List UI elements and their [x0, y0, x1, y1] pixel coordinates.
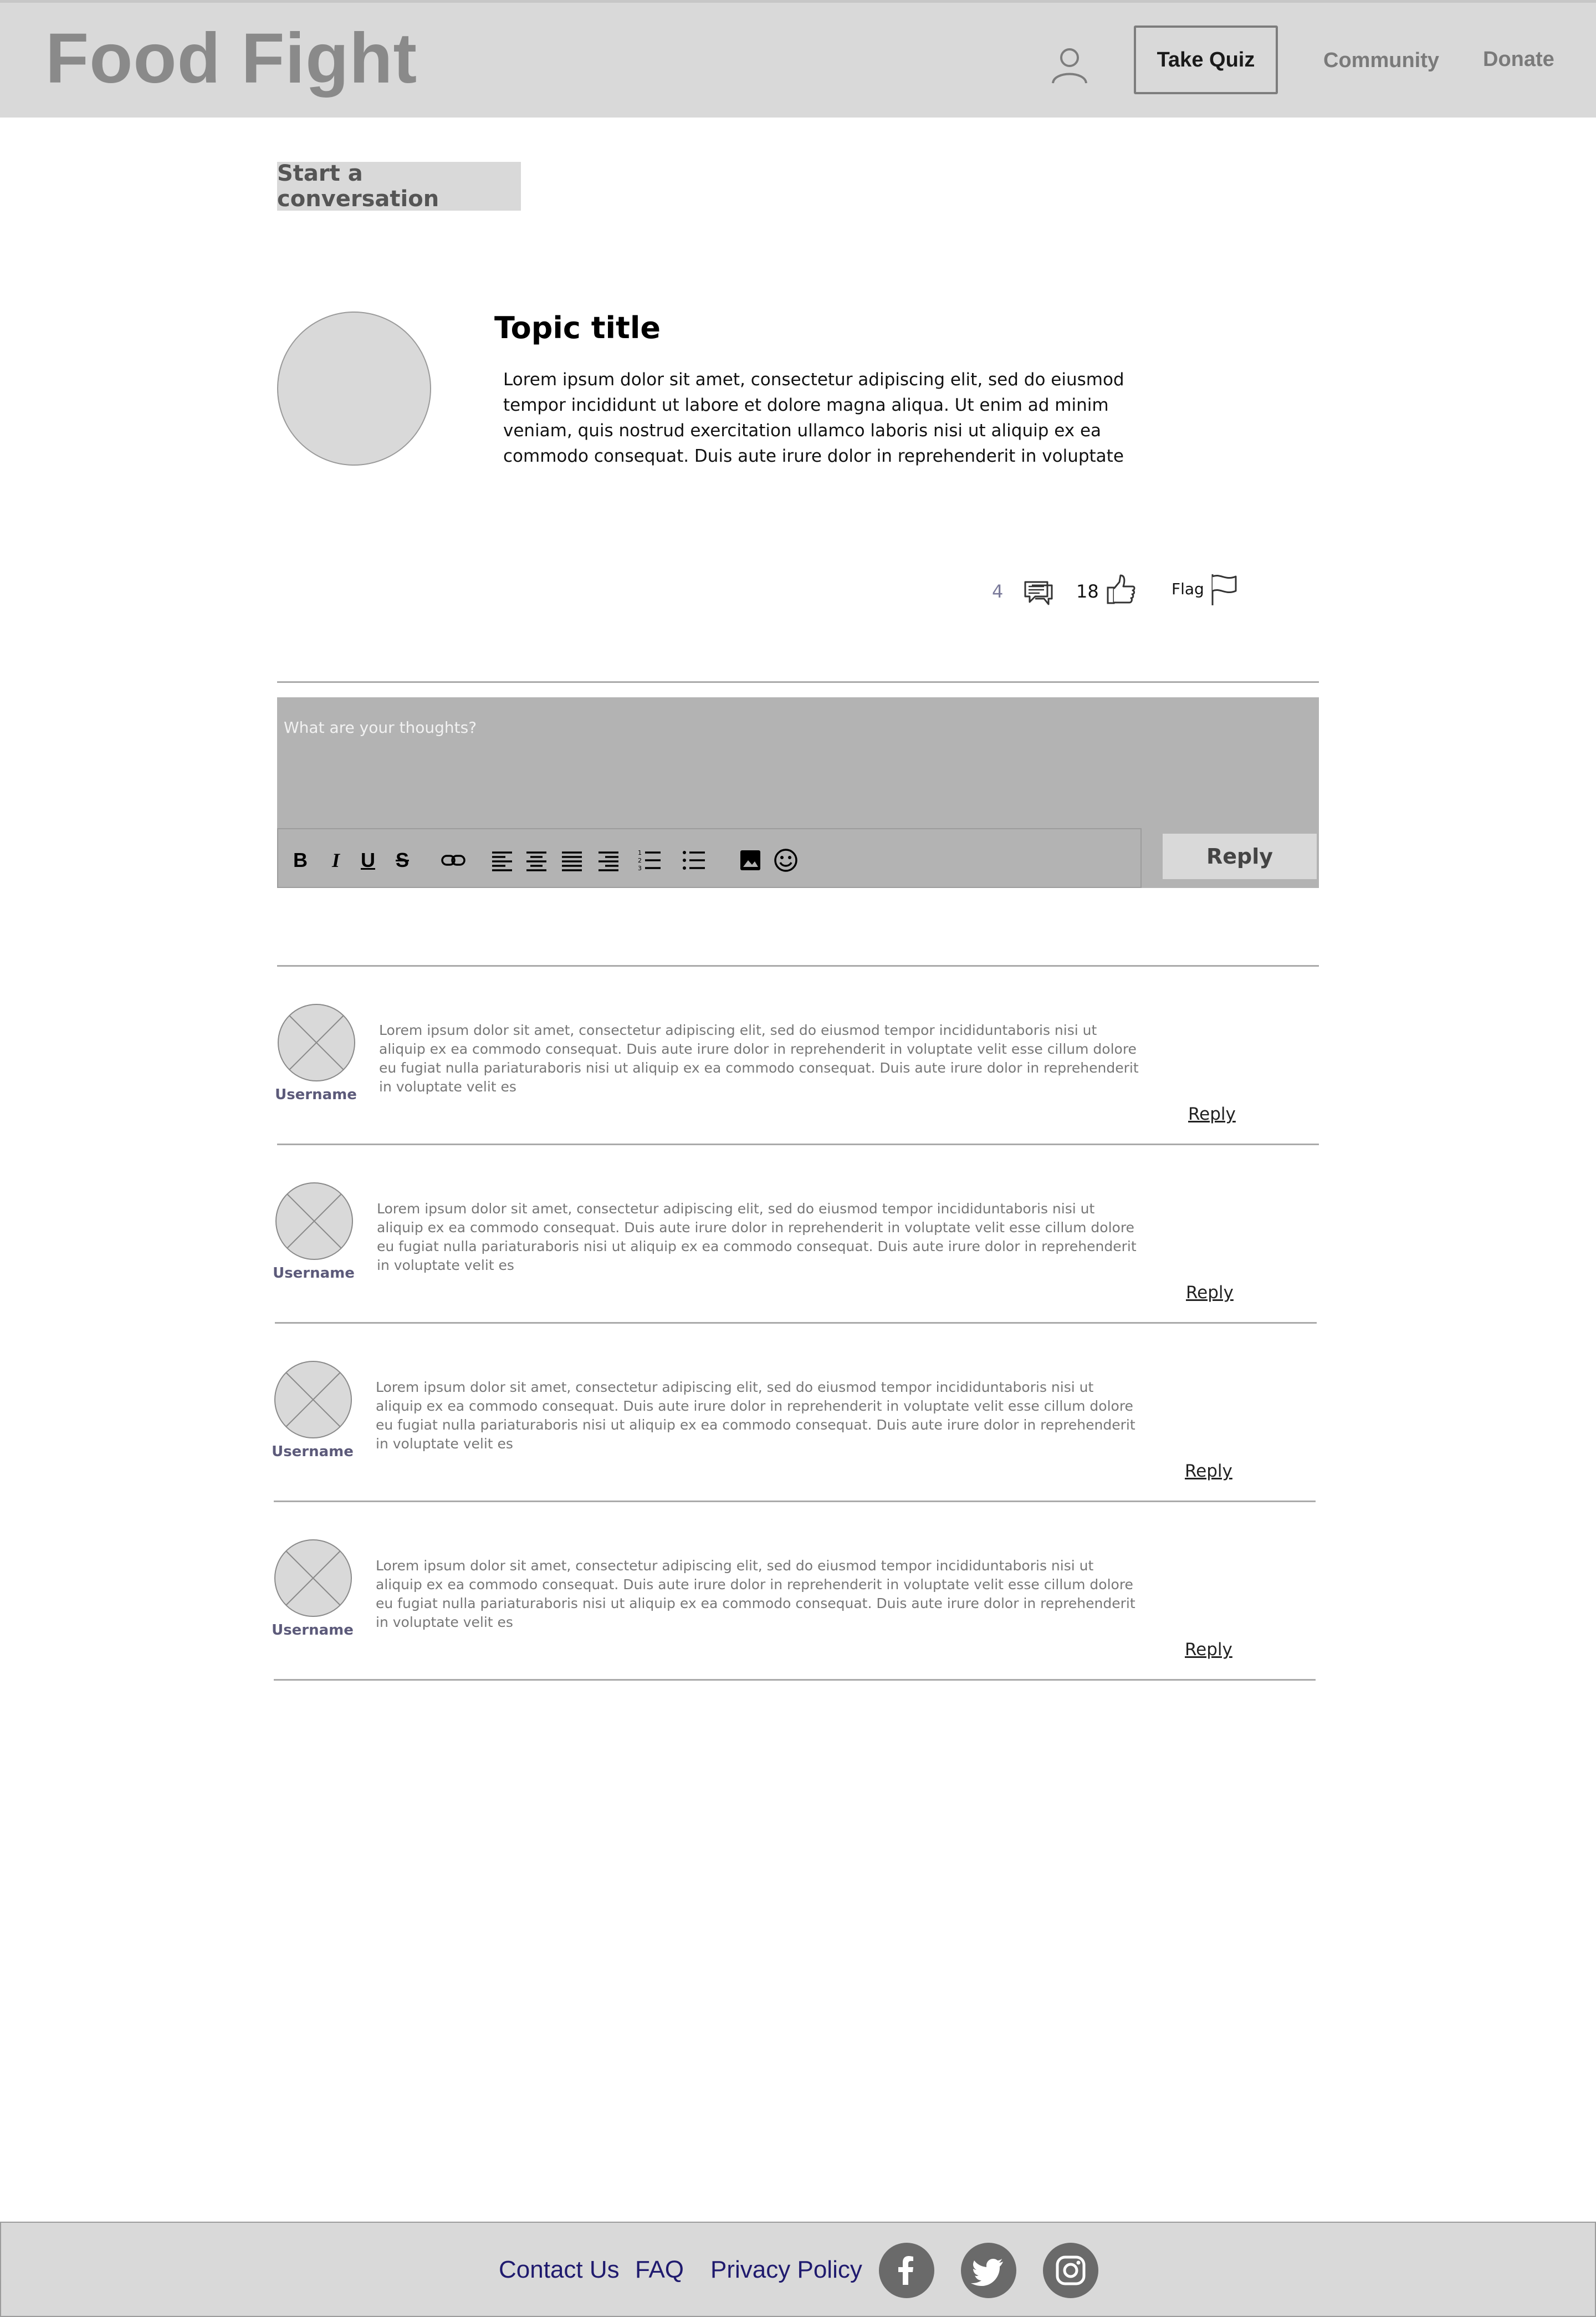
- bold-icon[interactable]: B: [288, 848, 313, 872]
- svg-text:2: 2: [638, 857, 642, 864]
- comment-username[interactable]: Username: [269, 1265, 358, 1282]
- comment-username[interactable]: Username: [268, 1443, 357, 1460]
- thumbs-up-icon[interactable]: [1106, 573, 1136, 605]
- nav-community[interactable]: Community: [1323, 49, 1439, 73]
- comment-text: Lorem ipsum dolor sit amet, consectetur …: [379, 1022, 1139, 1095]
- footer-contact-link[interactable]: Contact Us: [499, 2256, 620, 2284]
- divider: [274, 1679, 1316, 1681]
- align-center-icon[interactable]: [524, 848, 549, 872]
- divider: [277, 965, 1319, 967]
- comment-text: Lorem ipsum dolor sit amet, consectetur …: [377, 1201, 1137, 1273]
- bulleted-list-icon[interactable]: [682, 848, 706, 872]
- footer-faq-link[interactable]: FAQ: [635, 2256, 684, 2284]
- comment-avatar: [274, 1360, 352, 1439]
- numbered-list-icon[interactable]: 123: [637, 848, 662, 872]
- align-justify-icon[interactable]: [560, 848, 584, 872]
- comment-count: 4: [992, 581, 1004, 602]
- svg-text:3: 3: [638, 865, 642, 872]
- divider: [275, 1322, 1317, 1324]
- align-right-icon[interactable]: [596, 848, 621, 872]
- comment-text: Lorem ipsum dolor sit amet, consectetur …: [376, 1558, 1135, 1630]
- twitter-icon[interactable]: [961, 2243, 1016, 2298]
- take-quiz-button[interactable]: Take Quiz: [1134, 25, 1278, 94]
- topic-avatar: [277, 312, 431, 466]
- comment-reply-link[interactable]: Reply: [1186, 1283, 1234, 1303]
- reply-textarea[interactable]: [284, 716, 1115, 738]
- comment-text: Lorem ipsum dolor sit amet, consectetur …: [376, 1379, 1135, 1452]
- emoji-icon[interactable]: [774, 848, 798, 872]
- divider: [277, 1144, 1319, 1145]
- like-count: 18: [1076, 581, 1099, 602]
- comment-avatar: [274, 1539, 352, 1617]
- italic-icon[interactable]: I: [324, 848, 348, 872]
- topic-title: Topic title: [494, 310, 661, 345]
- comment-reply-link[interactable]: Reply: [1188, 1104, 1236, 1124]
- divider: [274, 1501, 1316, 1502]
- image-icon[interactable]: [738, 848, 763, 872]
- reply-submit-button[interactable]: Reply: [1163, 834, 1317, 879]
- start-conversation-button[interactable]: Start a conversation: [277, 161, 521, 212]
- underline-icon[interactable]: U: [356, 848, 380, 872]
- instagram-icon[interactable]: [1043, 2243, 1098, 2298]
- topic-body: Lorem ipsum dolor sit amet, consectetur …: [503, 370, 1124, 466]
- user-account-icon[interactable]: [1050, 44, 1089, 84]
- site-logo[interactable]: Food Fight: [45, 23, 417, 94]
- svg-text:1: 1: [638, 849, 642, 856]
- flag-icon[interactable]: [1209, 573, 1239, 606]
- comments-icon[interactable]: [1023, 576, 1054, 608]
- footer-privacy-link[interactable]: Privacy Policy: [710, 2256, 862, 2284]
- comment-reply-link[interactable]: Reply: [1185, 1461, 1232, 1481]
- link-icon[interactable]: [441, 848, 466, 872]
- flag-label[interactable]: Flag: [1172, 580, 1204, 598]
- comment-reply-link[interactable]: Reply: [1185, 1640, 1232, 1660]
- strikethrough-icon[interactable]: S: [390, 848, 415, 872]
- comment-username[interactable]: Username: [272, 1086, 360, 1103]
- divider: [277, 681, 1319, 683]
- comment-avatar: [277, 1003, 356, 1082]
- comment-username[interactable]: Username: [268, 1622, 357, 1639]
- comment-avatar: [275, 1182, 354, 1260]
- align-left-icon[interactable]: [490, 848, 514, 872]
- nav-donate[interactable]: Donate: [1483, 48, 1554, 72]
- facebook-icon[interactable]: [879, 2243, 934, 2298]
